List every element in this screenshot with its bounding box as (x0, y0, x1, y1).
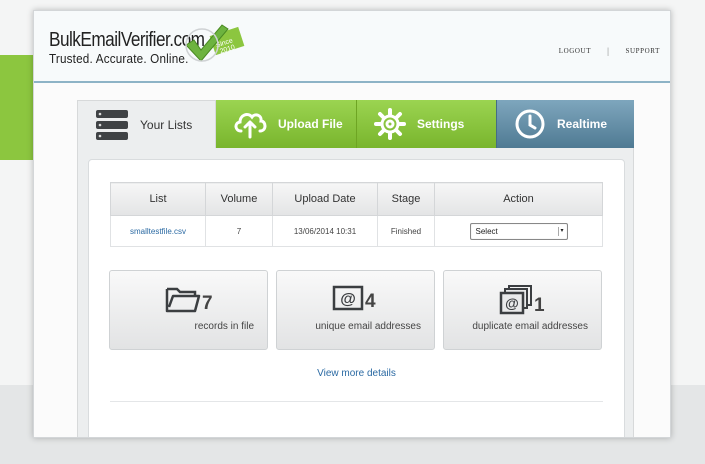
stat-records-label: records in file (194, 321, 254, 332)
col-header-stage: Stage (377, 182, 435, 216)
list-volume: 7 (205, 215, 273, 247)
list-stage: Finished (377, 215, 435, 247)
list-action-cell: Select ▾ (434, 215, 603, 247)
tab-realtime-label: Realtime (557, 117, 608, 131)
stat-unique-number: 4 (365, 291, 376, 312)
stats-cards: 7 records in file @ 4 unique email addre… (109, 270, 602, 350)
duplicate-at-sign-icon: @ 1 (499, 285, 545, 315)
stat-records-number: 7 (202, 293, 213, 314)
lists-panel: List Volume Upload Date Stage Action sma… (88, 159, 625, 437)
stat-unique-label: unique email addresses (315, 321, 421, 332)
chevron-down-icon: ▾ (557, 226, 564, 236)
at-sign-icon: @ 4 (332, 285, 376, 311)
stat-duplicate-label: duplicate email addresses (472, 321, 588, 332)
col-header-volume: Volume (205, 182, 273, 216)
list-file-link[interactable]: smalltestfile.csv (110, 215, 206, 247)
svg-text:@: @ (505, 295, 519, 311)
col-header-upload-date: Upload Date (272, 182, 378, 216)
view-more-details-link[interactable]: View more details (89, 368, 624, 379)
tab-upload-file-label: Upload File (278, 117, 343, 131)
tab-content-area: List Volume Upload Date Stage Action sma… (77, 148, 634, 437)
action-select[interactable]: Select ▾ (469, 222, 568, 240)
tab-upload-file[interactable]: Upload File (216, 100, 356, 148)
tab-settings[interactable]: Settings (356, 100, 496, 148)
panel-divider (110, 401, 603, 402)
table-header-row: List Volume Upload Date Stage Action (110, 182, 603, 216)
server-stack-icon (95, 108, 129, 142)
stat-card-records[interactable]: 7 records in file (109, 270, 268, 350)
stat-card-duplicate[interactable]: @ 1 duplicate email addresses (443, 270, 602, 350)
tab-realtime[interactable]: Realtime (496, 100, 634, 148)
clock-icon (514, 108, 546, 140)
tab-settings-label: Settings (417, 117, 465, 131)
action-select-value: Select (475, 226, 498, 236)
col-header-action: Action (434, 182, 603, 216)
decorative-green-strip (0, 55, 33, 160)
list-upload-date: 13/06/2014 10:31 (272, 215, 378, 247)
lists-table: List Volume Upload Date Stage Action sma… (110, 182, 603, 247)
stat-card-unique[interactable]: @ 4 unique email addresses (276, 270, 435, 350)
cloud-upload-icon (233, 109, 267, 139)
logout-link[interactable]: LOGOUT (559, 47, 591, 55)
nav-separator: | (607, 46, 610, 56)
support-link[interactable]: SUPPORT (625, 47, 660, 55)
gear-icon (374, 108, 406, 140)
app-window: BulkEmailVerifier.com Trusted. Accurate.… (33, 10, 671, 438)
col-header-list: List (110, 182, 206, 216)
top-nav: LOGOUT | SUPPORT (559, 46, 660, 56)
main-tabs: Your Lists Upload File Settings Realtime (77, 100, 634, 148)
site-logo[interactable]: BulkEmailVerifier.com Trusted. Accurate.… (49, 24, 245, 67)
tab-your-lists-label: Your Lists (140, 117, 193, 132)
site-header: BulkEmailVerifier.com Trusted. Accurate.… (34, 11, 670, 83)
logo-title: BulkEmailVerifier.com (49, 29, 205, 51)
checkmark-badge-icon: Since 2010 (185, 24, 245, 62)
stat-duplicate-number: 1 (534, 295, 545, 316)
svg-text:@: @ (340, 291, 356, 308)
folder-icon: 7 (165, 285, 213, 313)
table-row: smalltestfile.csv 7 13/06/2014 10:31 Fin… (110, 215, 603, 247)
tab-your-lists[interactable]: Your Lists (77, 100, 216, 148)
